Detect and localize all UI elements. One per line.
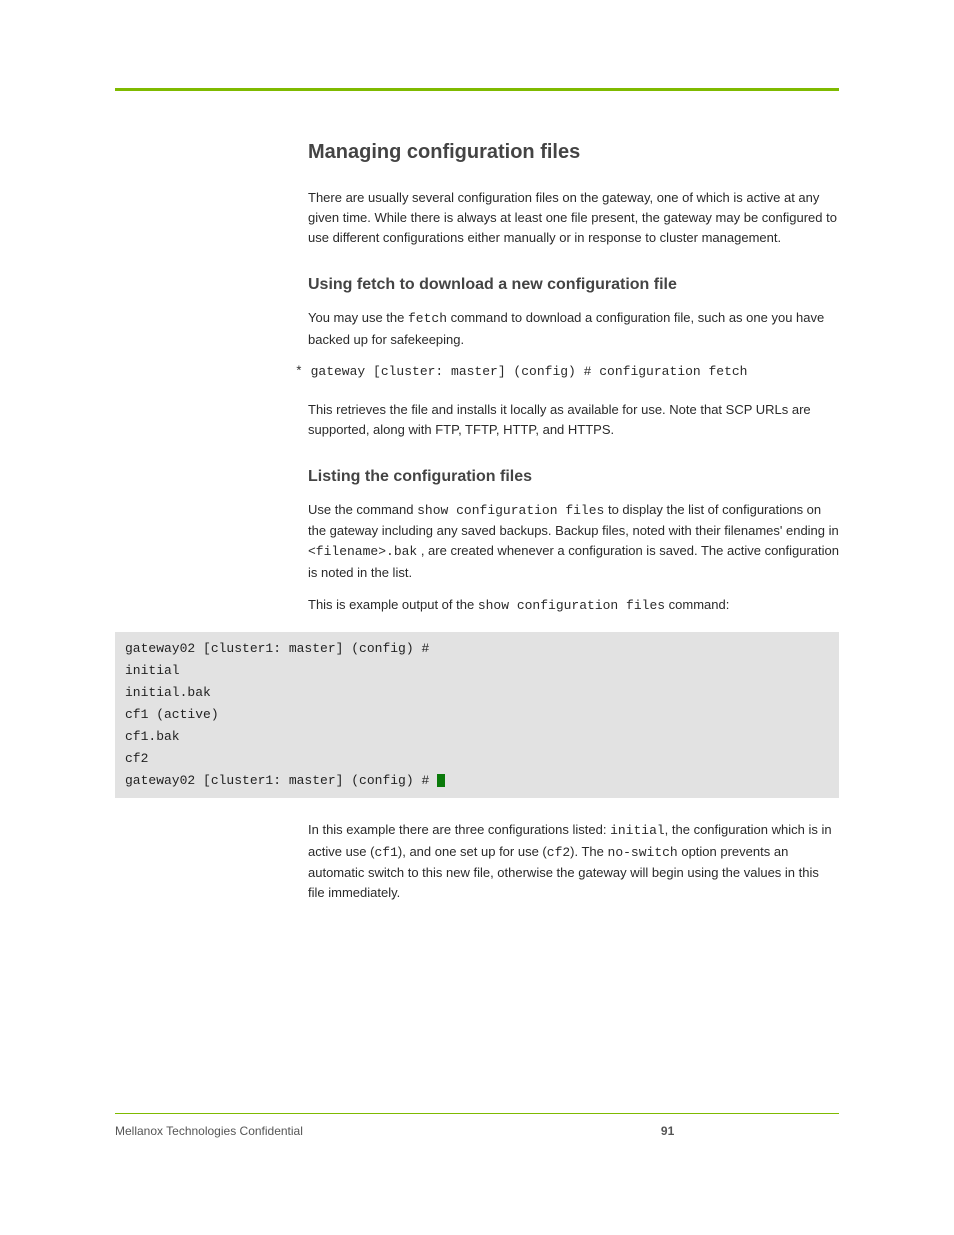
- list-para-2: This is example output of the show confi…: [308, 595, 839, 616]
- fetch-para-1: You may use the fetch command to downloa…: [308, 308, 839, 349]
- list-heading: Listing the configuration files: [308, 468, 839, 486]
- cli-line: cf1 (active): [125, 707, 219, 722]
- footer-rule: [115, 1113, 839, 1114]
- list-para-1: Use the command show configuration files…: [308, 500, 839, 583]
- text: ), and one set up for use (: [398, 844, 547, 859]
- cli-line: cf2: [125, 751, 148, 766]
- text: In this example there are three configur…: [308, 822, 610, 837]
- cursor-icon: [437, 774, 445, 787]
- footer-page-number: 91: [661, 1124, 674, 1138]
- inline-code: no-switch: [608, 845, 678, 860]
- inline-code: show configuration files: [478, 598, 665, 613]
- inline-code: cf1: [374, 845, 397, 860]
- text: command:: [665, 597, 729, 612]
- cli-line: cf1.bak: [125, 729, 180, 744]
- page-footer: Mellanox Technologies Confidential 91: [115, 1113, 839, 1173]
- text: Use the command: [308, 502, 417, 517]
- fetch-para-2: This retrieves the file and installs it …: [308, 400, 839, 440]
- cli-line: initial: [125, 663, 180, 678]
- list-para-3: In this example there are three configur…: [308, 820, 839, 903]
- cli-line: initial.bak: [125, 685, 211, 700]
- inline-code: fetch: [408, 311, 447, 326]
- cli-prompt: gateway02 [cluster1: master] (config) #: [125, 773, 437, 788]
- inline-code: <filename>.bak: [308, 544, 417, 559]
- text: ). The: [570, 844, 607, 859]
- fetch-command: * gateway [cluster: master] (config) # c…: [295, 362, 839, 382]
- text: You may use the: [308, 310, 408, 325]
- top-rule: [115, 88, 839, 91]
- text: This is example output of the: [308, 597, 478, 612]
- inline-code: cf2: [547, 845, 570, 860]
- footer-confidential: Mellanox Technologies Confidential: [115, 1124, 303, 1138]
- intro-paragraph: There are usually several configuration …: [308, 188, 839, 248]
- section-heading: Managing configuration files: [308, 141, 839, 164]
- cli-output: gateway02 [cluster1: master] (config) # …: [115, 632, 839, 799]
- text: , the configuration which is: [665, 822, 822, 837]
- inline-code: show configuration files: [417, 503, 604, 518]
- cli-prompt: gateway02 [cluster1: master] (config) #: [125, 641, 437, 656]
- inline-code: initial: [610, 823, 665, 838]
- fetch-heading: Using fetch to download a new configurat…: [308, 276, 839, 294]
